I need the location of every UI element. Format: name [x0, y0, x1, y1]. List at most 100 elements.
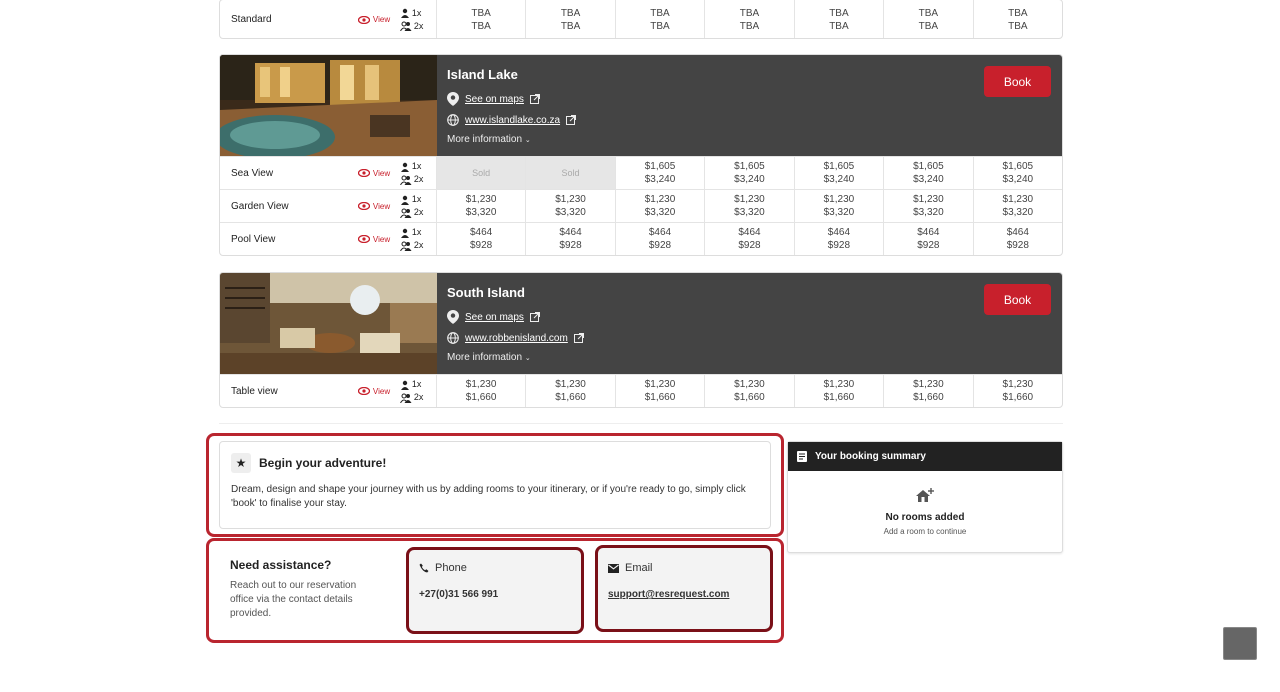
occupancy-single: 1x — [411, 161, 422, 171]
room-row: Garden View View 1x 2x $1,230 $3,320 $1,2… — [220, 189, 1062, 222]
person-icon — [400, 380, 409, 390]
eye-icon — [357, 15, 370, 24]
external-link-icon — [573, 333, 584, 343]
phone-number[interactable]: +27(0)31 566 991 — [419, 589, 498, 600]
adventure-title-row: ★ Begin your adventure! — [231, 453, 386, 473]
occupancy-single: 1x — [411, 7, 422, 18]
rate-cell[interactable]: TBA TBA — [704, 0, 793, 38]
rate-cell[interactable]: TBA TBA — [435, 0, 525, 38]
rate-cell[interactable]: $1,230 $3,320 — [883, 190, 972, 222]
booking-summary-title: Your booking summary — [815, 451, 926, 462]
eye-icon — [357, 202, 370, 210]
rate-cell[interactable]: $1,230 $1,660 — [972, 375, 1062, 407]
rate-cell[interactable]: $1,230 $1,660 — [614, 375, 704, 407]
maps-link[interactable]: See on maps — [447, 310, 584, 324]
rate-cell[interactable]: $464 $928 — [704, 223, 793, 255]
property-info: South Island See on maps www.robbenislan… — [447, 285, 584, 363]
more-information-toggle[interactable]: More information ⌄ — [447, 352, 584, 363]
rate-cell[interactable]: $464 $928 — [525, 223, 614, 255]
list-icon — [797, 451, 807, 462]
adventure-panel: ★ Begin your adventure! Dream, design an… — [219, 441, 771, 529]
view-room-button[interactable]: View — [357, 157, 398, 189]
adventure-text: Dream, design and shape your journey wit… — [231, 484, 746, 509]
assistance-title: Need assistance? — [230, 558, 332, 572]
people-icon — [399, 241, 412, 251]
room-row: Table view View 1x 2x $1,230 $1,660 $1,23… — [220, 374, 1062, 407]
occupancy-double: 2x — [413, 392, 424, 402]
rate-cell[interactable]: $1,605 $3,240 — [614, 157, 704, 189]
rate-cell[interactable]: TBA TBA — [883, 0, 972, 38]
property-card-south-island: South Island See on maps www.robbenislan… — [219, 272, 1063, 408]
section-divider — [219, 423, 1063, 424]
rate-cell[interactable]: $1,605 $3,240 — [972, 157, 1062, 189]
occupancy: 1x 2x — [398, 375, 436, 407]
maps-link-label[interactable]: See on maps — [465, 312, 524, 323]
no-rooms-title: No rooms added — [885, 512, 965, 523]
rate-cell[interactable]: TBA TBA — [972, 0, 1062, 38]
property-photo — [220, 273, 437, 374]
room-row: Sea View View 1x 2x Sold Sold $1,605 $3,2… — [220, 156, 1062, 189]
map-pin-icon — [447, 310, 459, 324]
occupancy: 1x 2x — [398, 157, 436, 189]
view-room-button[interactable]: View — [357, 223, 398, 255]
occupancy-single: 1x — [411, 227, 422, 237]
scroll-to-top-button[interactable] — [1223, 627, 1257, 660]
room-name: Table view — [231, 385, 278, 397]
house-plus-icon — [916, 488, 934, 502]
rate-cell[interactable]: $1,230 $1,660 — [435, 375, 525, 407]
rate-cell[interactable]: $1,230 $1,660 — [883, 375, 972, 407]
globe-icon — [447, 332, 459, 344]
view-room-button[interactable]: View — [357, 190, 398, 222]
view-room-button[interactable]: View — [357, 375, 398, 407]
rate-cell[interactable]: $1,605 $3,240 — [793, 157, 883, 189]
rate-cell[interactable]: $464 $928 — [972, 223, 1062, 255]
rate-cell[interactable]: $1,605 $3,240 — [883, 157, 972, 189]
rate-cell[interactable]: $1,230 $3,320 — [704, 190, 793, 222]
book-button[interactable]: Book — [984, 284, 1051, 315]
view-label: View — [372, 15, 391, 24]
eye-icon — [357, 169, 370, 177]
rate-cell[interactable]: $1,230 $3,320 — [793, 190, 883, 222]
property-name: South Island — [447, 285, 525, 300]
rate-cell[interactable]: $1,230 $1,660 — [793, 375, 883, 407]
occupancy-single: 1x — [411, 379, 422, 389]
rate-cell[interactable]: $1,230 $3,320 — [435, 190, 525, 222]
view-label: View — [372, 386, 391, 396]
property-header: South Island See on maps www.robbenislan… — [220, 273, 1062, 374]
rate-cell[interactable]: $464 $928 — [793, 223, 883, 255]
website-link[interactable]: www.islandlake.co.za — [447, 114, 577, 126]
rate-cell[interactable]: $1,605 $3,240 — [704, 157, 793, 189]
email-label-row: Email — [608, 562, 653, 574]
rate-cell[interactable]: $1,230 $1,660 — [525, 375, 614, 407]
more-information-toggle[interactable]: More information ⌄ — [447, 134, 576, 145]
rate-cell[interactable]: $464 $928 — [614, 223, 704, 255]
rate-cell[interactable]: $1,230 $3,320 — [972, 190, 1062, 222]
website-link[interactable]: www.robbenisland.com — [447, 332, 584, 344]
rate-cell[interactable]: $464 $928 — [435, 223, 525, 255]
more-information-label[interactable]: More information — [447, 134, 522, 145]
rate-cell-sold: Sold — [435, 157, 526, 189]
rate-cell[interactable]: $1,230 $1,660 — [704, 375, 793, 407]
rate-cell[interactable]: TBA TBA — [793, 0, 883, 38]
rate-cell[interactable]: $464 $928 — [883, 223, 972, 255]
maps-link[interactable]: See on maps — [447, 92, 576, 106]
people-icon — [399, 208, 412, 218]
website-label[interactable]: www.islandlake.co.za — [465, 115, 560, 126]
more-information-label[interactable]: More information — [447, 352, 522, 363]
rate-cell[interactable]: TBA TBA — [614, 0, 704, 38]
view-room-button[interactable]: View — [357, 0, 398, 38]
rate-cell[interactable]: $1,230 $3,320 — [614, 190, 704, 222]
maps-link-label[interactable]: See on maps — [465, 94, 524, 105]
room-name: Garden View — [231, 200, 289, 212]
phone-icon — [419, 563, 429, 573]
email-address[interactable]: support@resrequest.com — [608, 589, 729, 600]
external-link-icon — [529, 94, 540, 104]
people-icon — [399, 393, 412, 403]
website-label[interactable]: www.robbenisland.com — [465, 333, 568, 344]
chevron-down-icon: ⌄ — [524, 137, 531, 144]
room-row: Pool View View 1x 2x $464 $928 $464 $928 $… — [220, 222, 1062, 255]
external-link-icon — [566, 115, 577, 125]
book-button[interactable]: Book — [984, 66, 1051, 97]
rate-cell[interactable]: TBA TBA — [525, 0, 614, 38]
rate-cell[interactable]: $1,230 $3,320 — [525, 190, 614, 222]
